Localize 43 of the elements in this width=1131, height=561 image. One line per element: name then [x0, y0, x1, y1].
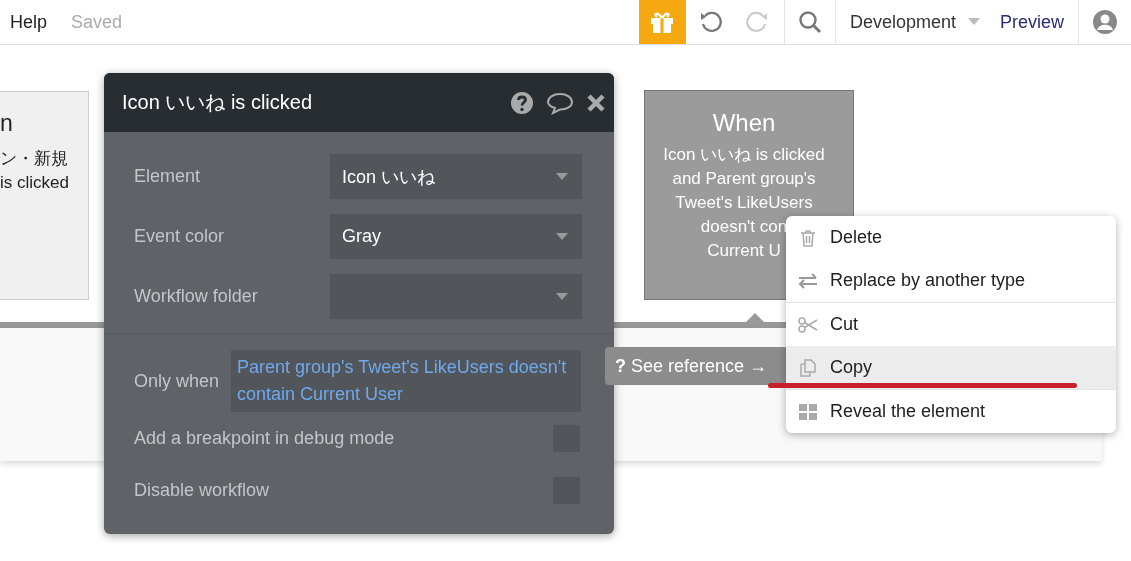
field-label: Element: [134, 166, 202, 187]
popup-title: Icon いいね is clicked: [122, 90, 314, 115]
swap-arrows-icon: [798, 272, 818, 289]
field-label: Only when: [134, 370, 220, 392]
scissors-icon: [798, 316, 818, 333]
select-field[interactable]: Icon いいね: [330, 154, 582, 199]
grid-icon: [798, 403, 818, 420]
card-text: is clicked: [0, 172, 70, 194]
comment-icon[interactable]: [546, 90, 574, 115]
card-text: Current U: [707, 240, 781, 262]
field-label: Workflow folder: [134, 286, 259, 307]
card-title: n: [0, 110, 14, 137]
select-field[interactable]: [330, 274, 582, 319]
search-button[interactable]: [783, 0, 836, 44]
card-title: When: [712, 109, 776, 137]
caret-icon: [556, 172, 568, 181]
menu-item[interactable]: Help: [10, 11, 48, 33]
menu-item[interactable]: Reveal the element: [786, 389, 1116, 433]
card-text: Tweet's LikeUsers: [675, 192, 813, 214]
select-field[interactable]: Gray: [330, 214, 582, 259]
caret-icon: [556, 292, 568, 301]
preview-link[interactable]: Preview: [993, 0, 1079, 44]
help-icon[interactable]: [510, 90, 534, 115]
card-text: ン・新規: [0, 148, 69, 170]
menu-item[interactable]: Copy: [786, 346, 1116, 389]
caret-icon: [556, 232, 568, 241]
trash-icon: [798, 228, 818, 247]
redo-icon: [743, 9, 770, 35]
caret-icon: [967, 18, 980, 26]
field-label: Event color: [134, 226, 226, 247]
card-text: and Parent group's: [672, 168, 816, 190]
avatar-icon[interactable]: [1092, 9, 1118, 35]
card-text: doesn't con: [700, 216, 788, 238]
close-icon[interactable]: [586, 92, 606, 113]
card-text: Icon いいね is clicked: [663, 144, 825, 166]
gift-button[interactable]: [638, 0, 686, 44]
search-icon: [796, 9, 823, 35]
option-label: Add a breakpoint in debug mode: [134, 427, 395, 449]
save-status: Saved: [71, 11, 123, 33]
version-dropdown[interactable]: Development: [835, 0, 994, 44]
event-card[interactable]: n ン・新規 is clicked: [0, 91, 89, 300]
copy-icon: [798, 358, 818, 377]
option-label: Disable workflow: [134, 479, 270, 501]
